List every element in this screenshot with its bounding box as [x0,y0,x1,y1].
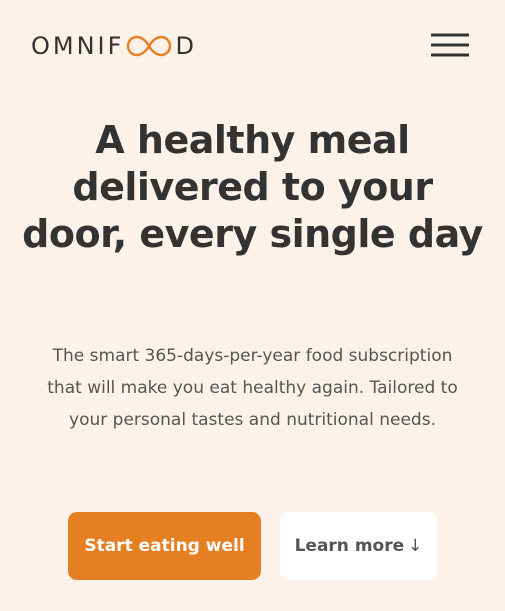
hero-title: A healthy meal delivered to your door, e… [22,118,483,256]
learn-more-button[interactable]: Learn more ↓ [280,512,437,580]
learn-more-label: Learn more [294,536,405,556]
hero-description: The smart 365-days-per-year food subscri… [47,346,458,430]
logo-text-prefix: OMNIF [31,32,125,60]
infinity-oo-icon [127,35,172,57]
menu-button[interactable] [431,30,469,60]
hamburger-menu-icon [431,33,469,57]
start-eating-well-label: Start eating well [84,536,245,556]
site-header: OMNIF D [0,0,505,92]
logo-text-suffix: D [175,32,197,60]
arrow-down-icon: ↓ [408,536,423,556]
start-eating-well-button[interactable]: Start eating well [68,512,261,580]
omnifood-logo[interactable]: OMNIF D [31,32,197,60]
